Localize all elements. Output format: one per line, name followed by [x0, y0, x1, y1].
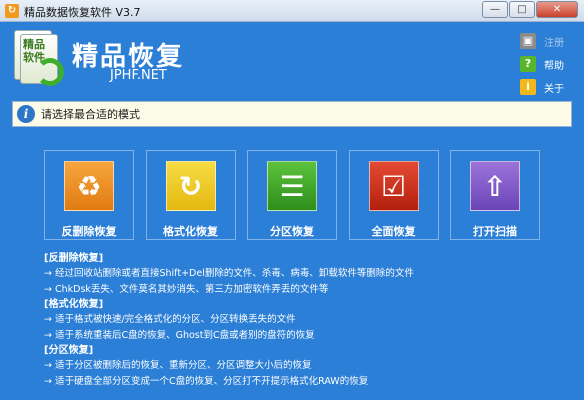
mode-label: 格式化恢复: [163, 225, 218, 238]
section-line: → ChkDsk丢失、文件莫名其妙消失、第三方加密软件弄丢的文件等: [44, 283, 329, 295]
section-line: → 适于系统重装后C盘的恢复、Ghost到C盘或者别的盘符的恢复: [44, 329, 315, 341]
window-controls: — □ ✕: [481, 1, 578, 19]
app-url: JPHF.NET: [110, 68, 167, 83]
mode-partition-button[interactable]: ☰ 分区恢复: [247, 150, 337, 240]
mode-tiles: ♻ 反删除恢复 ↻ 格式化恢复 ☰ 分区恢复 ☑ 全面恢复 ⇧ 打开扫描: [44, 150, 552, 240]
app-logo-icon: ↻: [5, 4, 19, 18]
hint-text: 请选择最合适的模式: [41, 108, 140, 121]
info-icon: i: [520, 79, 536, 95]
close-button[interactable]: ✕: [536, 1, 578, 18]
mode-label: 全面恢复: [371, 225, 416, 238]
mode-format-button[interactable]: ↻ 格式化恢复: [145, 150, 236, 240]
section-title: [分区恢复]: [44, 345, 94, 356]
mode-descriptions: [反删除恢复] → 经过回收站删除或者直接Shift+Del删除的文件、杀毒、病…: [44, 251, 564, 389]
section-line: → 适于硬盘全部分区变成一个C盘的恢复、分区打不开提示格式化RAW的恢复: [44, 375, 369, 387]
section-title: [格式化恢复]: [44, 299, 104, 310]
upload-arrow-icon: ⇧: [470, 161, 520, 211]
section-line: → 适于分区被删除后的恢复、重新分区、分区调整大小后的恢复: [44, 360, 312, 371]
help-icon: ?: [520, 56, 536, 72]
mode-undelete-button[interactable]: ♻ 反删除恢复: [44, 150, 134, 240]
mode-label: 打开扫描: [473, 225, 517, 238]
section-line: → 经过回收站删除或者直接Shift+Del删除的文件、杀毒、病毒、卸载软件等删…: [44, 268, 414, 279]
help-link[interactable]: ? 帮助: [520, 53, 564, 75]
product-logo: 精品软件: [14, 30, 64, 86]
checkbox-icon: ☑: [368, 161, 419, 211]
undo-icon: ↻: [165, 161, 216, 211]
mode-label: 反删除恢复: [61, 225, 117, 238]
minimize-button[interactable]: —: [482, 1, 508, 18]
restore-arrow-icon: [36, 58, 64, 86]
maximize-button[interactable]: □: [509, 1, 535, 18]
recycle-icon: ♻: [64, 161, 114, 211]
cart-icon: ▣: [520, 33, 536, 49]
about-label: 关于: [544, 83, 564, 95]
window-title: 精品数据恢复软件 V3.7: [24, 6, 141, 19]
title-bar: ↻ 精品数据恢复软件 V3.7 — □ ✕: [0, 0, 584, 22]
mode-open-scan-button[interactable]: ⇧ 打开扫描: [450, 150, 540, 240]
help-label: 帮助: [544, 60, 564, 72]
about-link[interactable]: i 关于: [520, 76, 564, 98]
side-menu: ▣ 注册 ? 帮助 i 关于: [520, 30, 564, 99]
hint-bar: i 请选择最合适的模式: [12, 101, 572, 127]
register-link[interactable]: ▣ 注册: [520, 30, 564, 52]
section-title: [反删除恢复]: [44, 253, 104, 264]
checklist-icon: ☰: [267, 161, 317, 211]
register-label: 注册: [544, 37, 564, 49]
mode-label: 分区恢复: [270, 225, 314, 238]
hint-info-icon: i: [17, 105, 35, 123]
section-line: → 适于格式被快速/完全格式化的分区、分区转换丢失的文件: [44, 314, 296, 325]
mode-full-button[interactable]: ☑ 全面恢复: [348, 150, 439, 240]
